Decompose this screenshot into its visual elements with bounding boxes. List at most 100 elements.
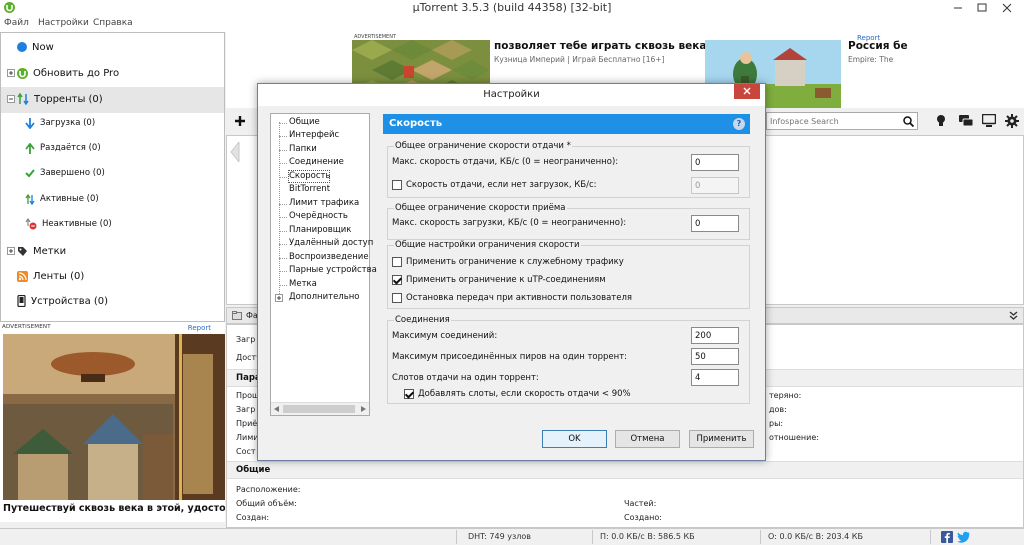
tree-item-label[interactable]: Метка xyxy=(289,279,317,289)
ad-headline[interactable]: Путешествуй сквозь века в этой, удостоен xyxy=(3,503,225,514)
monitor-icon[interactable] xyxy=(982,114,996,128)
expand-plus-icon[interactable] xyxy=(7,247,15,255)
param-row: Сост xyxy=(236,447,256,456)
tree-item-folders[interactable]: Папки xyxy=(289,144,317,154)
upload-slots-input[interactable] xyxy=(691,369,739,386)
detail-downloaded: Загр xyxy=(236,335,256,344)
param-row: Приё xyxy=(236,419,258,428)
ok-button[interactable]: OK xyxy=(542,430,607,448)
tree-connector xyxy=(279,136,287,137)
scroll-thumb[interactable] xyxy=(283,405,355,413)
sidebar-item-devices[interactable]: Устройства (0) xyxy=(17,293,108,309)
facebook-icon[interactable] xyxy=(941,531,953,543)
ad-report-link[interactable]: Report xyxy=(188,324,211,332)
tree-item-speed[interactable]: Скорость xyxy=(289,171,331,181)
param-row: Прош xyxy=(236,391,260,400)
menu-settings[interactable]: Настройки xyxy=(38,18,89,28)
sidebar-item-completed[interactable]: Завершено (0) xyxy=(25,165,105,181)
ad-headline[interactable]: позволяет тебе играть сквозь века xyxy=(494,40,706,52)
menu-file[interactable]: Файл xyxy=(4,18,29,28)
tree-item-transfer-cap[interactable]: Лимит трафика xyxy=(289,198,359,208)
alt-upload-checkbox[interactable] xyxy=(392,180,402,190)
max-download-input[interactable] xyxy=(691,215,739,232)
dialog-title-bar[interactable]: Настройки xyxy=(258,84,765,106)
gear-icon[interactable] xyxy=(1005,114,1019,128)
tree-connector xyxy=(279,123,287,124)
close-icon[interactable] xyxy=(996,0,1018,16)
tree-connector xyxy=(279,150,287,151)
extra-slots-label: Добавлять слоты, если скорость отдачи < … xyxy=(418,389,631,399)
tree-expand-plus-icon[interactable] xyxy=(275,294,283,302)
panel-header: Скорость ? xyxy=(383,114,750,134)
sidebar-item-active[interactable]: Активные (0) xyxy=(25,191,99,207)
ad-subline[interactable]: Кузница Империй | Играй Бесплатно [16+] xyxy=(494,55,664,64)
sidebar-item-downloading[interactable]: Загрузка (0) xyxy=(25,115,95,131)
sidebar-item-upgrade-pro[interactable]: Обновить до Pro xyxy=(7,65,119,81)
tree-guide-line xyxy=(279,122,280,294)
tree-item-connection[interactable]: Соединение xyxy=(289,157,344,167)
list-scroll-arrow-icon[interactable] xyxy=(230,142,240,162)
max-connections-input[interactable] xyxy=(691,327,739,344)
sidebar-item-seeding[interactable]: Раздаётся (0) xyxy=(25,140,101,156)
menu-help[interactable]: Справка xyxy=(93,18,133,28)
tree-item-advanced[interactable]: Дополнительно xyxy=(289,292,360,302)
maximize-icon[interactable] xyxy=(972,0,992,16)
extra-slots-checkbox[interactable] xyxy=(404,389,414,399)
files-tab-icon[interactable] xyxy=(232,311,242,320)
tree-item-queueing[interactable]: Очерёдность xyxy=(289,211,348,221)
param-row: Загр xyxy=(236,405,256,414)
sidebar-item-torrents[interactable]: Торренты (0) xyxy=(7,91,103,107)
panel-title: Скорость xyxy=(389,118,443,129)
limit-utp-checkbox[interactable] xyxy=(392,275,402,285)
expand-plus-icon[interactable] xyxy=(7,69,15,77)
stop-on-activity-checkbox[interactable] xyxy=(392,293,402,303)
sidebar-item-now[interactable]: Now xyxy=(17,39,54,55)
ad-subline-2[interactable]: Empire: The xyxy=(848,55,893,64)
help-icon[interactable]: ? xyxy=(733,118,745,130)
tree-item-interface[interactable]: Интерфейс xyxy=(289,130,339,140)
status-download[interactable]: П: 0.0 КБ/с В: 586.5 КБ xyxy=(600,532,695,541)
status-bar: DHT: 749 узлов П: 0.0 КБ/с В: 586.5 КБ О… xyxy=(0,528,1024,545)
dialog-close-button[interactable] xyxy=(734,84,760,99)
scroll-left-icon[interactable] xyxy=(273,405,280,413)
max-connections-label: Максимум соединений: xyxy=(392,331,498,341)
left-advertisement[interactable]: ADVERTISEMENT Report Путешествуй сквозь … xyxy=(0,322,225,522)
add-torrent-icon[interactable] xyxy=(234,115,246,127)
tree-connector xyxy=(279,177,287,178)
tree-hscrollbar[interactable] xyxy=(271,402,369,415)
ad-headline-2[interactable]: Россия бе xyxy=(848,40,908,52)
tree-item-remote[interactable]: Удалённый доступ xyxy=(289,238,373,248)
window-title: µTorrent 3.5.3 (build 44358) [32-bit] xyxy=(412,1,612,14)
alt-upload-label: Скорость отдачи, если нет загрузок, КБ/с… xyxy=(406,180,597,190)
tree-item-paired-devices[interactable]: Парные устройства xyxy=(289,265,377,275)
tree-connector xyxy=(279,244,287,245)
collapse-panel-icon[interactable] xyxy=(1008,310,1019,321)
tree-item-bittorrent[interactable]: BitTorrent xyxy=(289,184,330,194)
sidebar-item-labels[interactable]: Метки xyxy=(7,243,66,259)
search-input[interactable] xyxy=(767,113,897,129)
ad-game-image[interactable] xyxy=(3,334,225,500)
status-upload[interactable]: О: 0.0 КБ/с В: 203.4 КБ xyxy=(768,532,863,541)
general-total-size: Общий объём: xyxy=(236,499,297,508)
sidebar-item-inactive[interactable]: Неактивные (0) xyxy=(25,216,112,232)
max-peers-input[interactable] xyxy=(691,348,739,365)
limit-overhead-checkbox[interactable] xyxy=(392,257,402,267)
apply-button[interactable]: Применить xyxy=(689,430,754,448)
collapse-minus-icon[interactable] xyxy=(7,95,15,103)
param-right-row: дов: xyxy=(769,405,787,414)
tree-item-general[interactable]: Общие xyxy=(289,117,320,127)
search-icon[interactable] xyxy=(903,116,914,127)
utorrent-logo-icon xyxy=(17,67,28,79)
cancel-button[interactable]: Отмена xyxy=(615,430,680,448)
twitter-icon[interactable] xyxy=(957,531,970,543)
tree-item-scheduler[interactable]: Планировщик xyxy=(289,225,351,235)
tree-item-playback[interactable]: Воспроизведение xyxy=(289,252,369,262)
minimize-icon[interactable] xyxy=(948,0,968,16)
chat-icon[interactable] xyxy=(959,114,973,128)
upload-arrow-icon xyxy=(25,142,35,154)
bulb-icon[interactable] xyxy=(936,114,946,128)
sidebar-item-feeds[interactable]: Ленты (0) xyxy=(17,268,84,284)
status-dht[interactable]: DHT: 749 узлов xyxy=(468,532,531,541)
scroll-right-icon[interactable] xyxy=(360,405,367,413)
max-upload-input[interactable] xyxy=(691,154,739,171)
